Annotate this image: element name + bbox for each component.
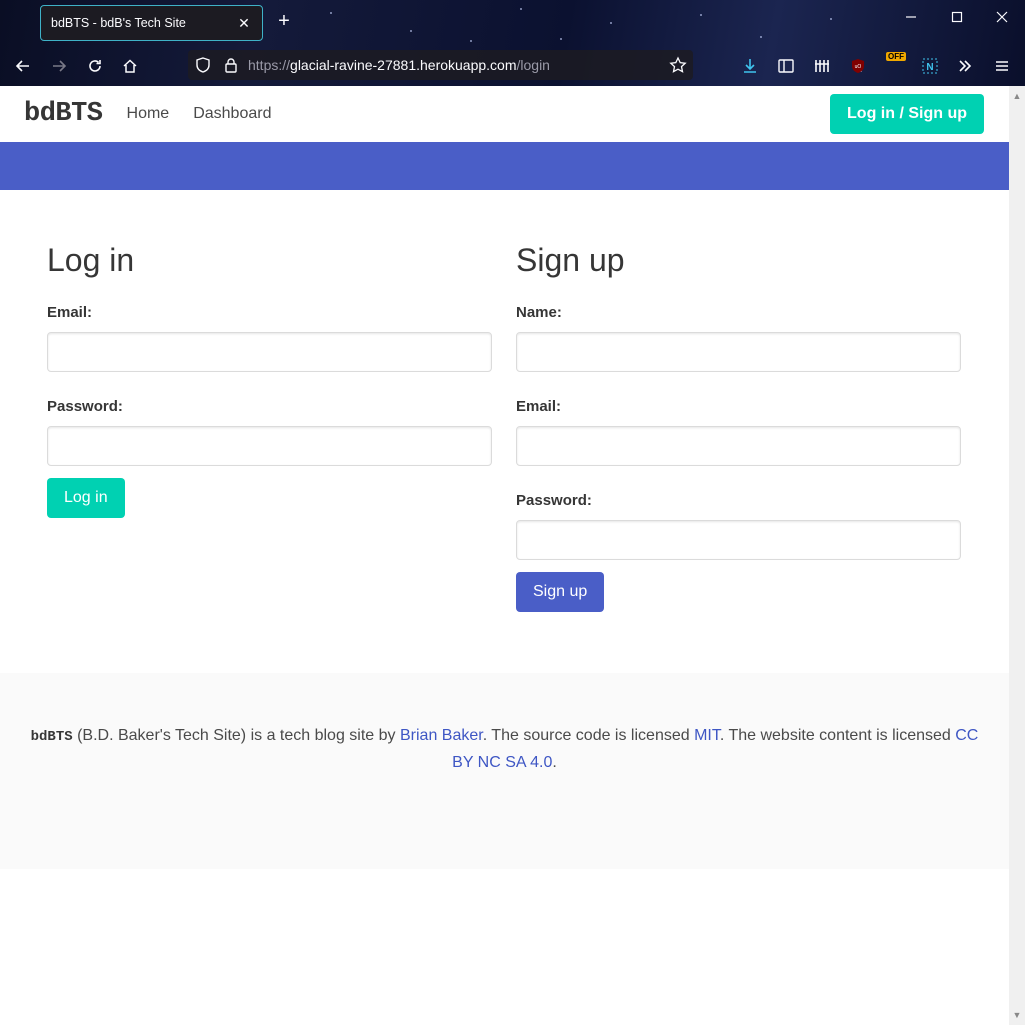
author-link[interactable]: Brian Baker — [400, 727, 483, 744]
lock-icon[interactable] — [222, 56, 240, 74]
signup-password-input[interactable] — [516, 520, 961, 560]
close-tab-icon[interactable]: ✕ — [236, 15, 252, 32]
extension-off-badge: OFF — [886, 52, 906, 61]
signup-email-label: Email: — [516, 398, 562, 415]
scroll-up-icon[interactable]: ▲ — [1009, 88, 1025, 104]
signup-name-label: Name: — [516, 304, 562, 321]
extension-toggle-icon[interactable]: OFF — [884, 52, 908, 78]
signup-email-input[interactable] — [516, 426, 961, 466]
auth-forms: Log in Email: Password: Log in Sign up N… — [0, 190, 1009, 674]
nav-link-home[interactable]: Home — [127, 105, 170, 123]
login-email-input[interactable] — [47, 332, 492, 372]
footer-brand: bdBTS — [30, 729, 73, 745]
back-icon[interactable] — [11, 54, 35, 78]
reload-icon[interactable] — [83, 54, 107, 78]
scroll-down-icon[interactable]: ▼ — [1009, 1007, 1025, 1023]
login-submit-button[interactable]: Log in — [47, 478, 125, 518]
address-bar[interactable]: https://glacial-ravine-27881.herokuapp.c… — [188, 50, 693, 80]
mit-license-link[interactable]: MIT — [694, 727, 720, 744]
svg-text:N: N — [926, 62, 933, 73]
vertical-scrollbar[interactable]: ▲ ▼ — [1009, 86, 1025, 1025]
footer-text: . The source code is licensed — [482, 727, 695, 744]
minimize-icon[interactable] — [900, 10, 922, 26]
forward-icon[interactable] — [47, 54, 71, 78]
site-footer: bdBTS (B.D. Baker's Tech Site) is a tech… — [0, 673, 1009, 869]
downloads-icon[interactable] — [738, 54, 762, 78]
signup-submit-button[interactable]: Sign up — [516, 572, 605, 612]
nav-link-dashboard[interactable]: Dashboard — [193, 105, 271, 123]
footer-text: (B.D. Baker's Tech Site) is a tech blog … — [72, 727, 400, 744]
signup-heading: Sign up — [516, 242, 625, 278]
menu-icon[interactable] — [990, 54, 1014, 78]
library-icon[interactable] — [810, 54, 834, 78]
footer-text: . The website content is licensed — [719, 727, 956, 744]
close-window-icon[interactable] — [991, 10, 1013, 26]
signup-form: Sign up Name: Email: Password: Sign up — [516, 190, 961, 612]
site-navbar: bdBTS Home Dashboard Log in / Sign up — [0, 86, 1009, 142]
signup-name-input[interactable] — [516, 332, 961, 372]
login-email-label: Email: — [47, 304, 93, 321]
browser-toolbar: https://glacial-ravine-27881.herokuapp.c… — [0, 46, 1025, 86]
signup-password-label: Password: — [516, 492, 592, 509]
overflow-chevron-icon[interactable] — [953, 54, 977, 78]
sidebar-icon[interactable] — [774, 54, 798, 78]
footer-text: . — [552, 754, 557, 771]
url-text[interactable]: https://glacial-ravine-27881.herokuapp.c… — [248, 57, 550, 73]
n-extension-icon[interactable]: N — [918, 54, 942, 78]
hero-banner — [0, 142, 1009, 190]
site-brand[interactable]: bdBTS — [24, 99, 103, 129]
page-content: bdBTS Home Dashboard Log in / Sign up Lo… — [0, 86, 1009, 1025]
home-icon[interactable] — [118, 54, 142, 78]
svg-text:uO: uO — [855, 64, 862, 70]
browser-chrome: bdBTS - bdB's Tech Site ✕ + https://glac… — [0, 0, 1025, 86]
maximize-icon[interactable] — [946, 10, 968, 26]
login-form: Log in Email: Password: Log in — [47, 190, 492, 518]
shield-icon[interactable] — [194, 56, 212, 74]
new-tab-icon[interactable]: + — [274, 10, 294, 33]
login-password-input[interactable] — [47, 426, 492, 466]
browser-tab[interactable]: bdBTS - bdB's Tech Site ✕ — [40, 5, 263, 41]
ublock-icon[interactable]: uO — [846, 54, 870, 78]
tab-title: bdBTS - bdB's Tech Site — [51, 16, 186, 30]
bookmark-star-icon[interactable] — [669, 56, 687, 74]
login-signup-button[interactable]: Log in / Sign up — [830, 94, 984, 134]
login-heading: Log in — [47, 242, 135, 278]
login-password-label: Password: — [47, 398, 123, 415]
